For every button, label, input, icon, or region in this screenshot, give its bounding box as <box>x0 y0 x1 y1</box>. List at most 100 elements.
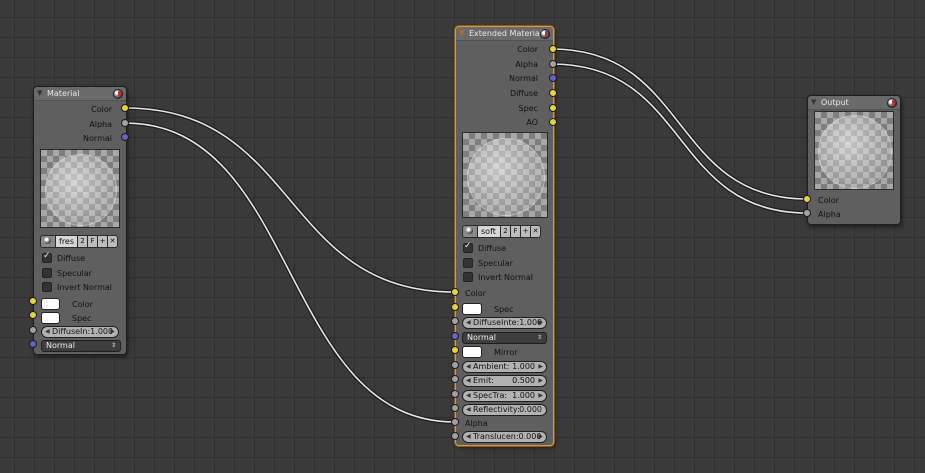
material-browse-widget[interactable]: soft 2 F + ✕ <box>462 224 541 238</box>
material-name-field[interactable]: fres <box>56 234 79 248</box>
socket-ext-in-diffuse[interactable] <box>451 317 459 325</box>
spec-transparency-field[interactable]: ◀ SpecTra: 1.000 ▶ <box>462 390 547 402</box>
socket-ext-in-alpha[interactable] <box>451 418 459 426</box>
add-material-icon[interactable]: + <box>98 234 109 248</box>
fake-user-button[interactable]: F <box>511 224 521 238</box>
spec-input-row[interactable]: Spec <box>41 312 91 324</box>
diffuse-intensity-field[interactable]: ◀ DiffuseInte:1.000 ▶ <box>462 317 547 329</box>
output-node-header[interactable]: ▼ Output <box>808 96 900 110</box>
mirror-swatch[interactable] <box>462 346 482 358</box>
socket-ext-in-spec[interactable] <box>451 303 459 311</box>
checkbox-icon[interactable] <box>42 251 52 263</box>
decrement-arrow-icon[interactable]: ◀ <box>466 376 471 386</box>
extended-node-header[interactable]: ▼ Extended Material <box>456 27 553 41</box>
output-label-normal: Normal <box>509 74 538 83</box>
checkbox-icon[interactable] <box>42 268 52 278</box>
socket-output-in-color[interactable] <box>803 195 811 203</box>
color-swatch[interactable] <box>41 298 60 310</box>
decrement-arrow-icon[interactable]: ◀ <box>466 391 471 401</box>
spec-input-row[interactable]: Spec <box>462 303 513 315</box>
socket-ext-out-color[interactable] <box>549 45 557 53</box>
decrement-arrow-icon[interactable]: ◀ <box>45 327 50 337</box>
socket-ext-in-normal[interactable] <box>451 332 459 340</box>
color-input-row[interactable]: Color <box>41 298 93 310</box>
socket-material-in-spec[interactable] <box>29 311 37 319</box>
socket-ext-out-normal[interactable] <box>549 74 557 82</box>
material-users-count[interactable]: 2 <box>78 234 89 248</box>
spec-swatch[interactable] <box>462 303 482 315</box>
material-browse-widget[interactable]: fres 2 F + ✕ <box>40 234 119 248</box>
add-material-icon[interactable]: + <box>521 224 531 238</box>
socket-ext-out-spec[interactable] <box>549 104 557 112</box>
translucency-field[interactable]: ◀ Translucen:0.000 ▶ <box>462 431 547 443</box>
output-node[interactable]: ▼ Output Color Alpha <box>807 95 901 225</box>
increment-arrow-icon[interactable]: ▶ <box>538 391 543 401</box>
material-preview-toggle-icon[interactable] <box>540 29 550 39</box>
checkbox-specular[interactable]: Specular <box>42 268 92 278</box>
checkbox-invert-normal[interactable]: Invert Normal <box>463 272 533 282</box>
socket-ext-in-mirror[interactable] <box>451 346 459 354</box>
checkbox-invert-normal[interactable]: Invert Normal <box>42 282 112 292</box>
socket-ext-out-ao[interactable] <box>549 118 557 126</box>
checkbox-icon[interactable] <box>463 272 473 282</box>
material-node[interactable]: ▼ Material Color Alpha Normal fres 2 F +… <box>33 86 127 355</box>
unlink-material-icon[interactable]: ✕ <box>531 224 541 238</box>
checkbox-icon[interactable] <box>463 258 473 268</box>
decrement-arrow-icon[interactable]: ◀ <box>466 405 471 415</box>
ambient-field[interactable]: ◀ Ambient: 1.000 ▶ <box>462 361 547 373</box>
increment-arrow-icon[interactable]: ▶ <box>538 376 543 386</box>
normal-select[interactable]: Normal ⇕ <box>462 332 547 344</box>
socket-material-in-color[interactable] <box>29 297 37 305</box>
checkbox-diffuse[interactable]: Diffuse <box>463 241 506 253</box>
checkbox-specular[interactable]: Specular <box>463 258 513 268</box>
socket-ext-in-translucency[interactable] <box>451 432 459 440</box>
socket-ext-out-alpha[interactable] <box>549 60 557 68</box>
material-preview-toggle-icon[interactable] <box>113 89 123 99</box>
checkbox-diffuse[interactable]: Diffuse <box>42 251 85 263</box>
emit-field[interactable]: ◀ Emit: 0.500 ▶ <box>462 375 547 387</box>
increment-arrow-icon[interactable]: ▶ <box>538 362 543 372</box>
material-users-count[interactable]: 2 <box>501 224 511 238</box>
socket-ext-in-ambient[interactable] <box>451 361 459 369</box>
reflectivity-field[interactable]: ◀ Reflectivity: 0.000 <box>462 404 547 416</box>
socket-ext-in-spectra[interactable] <box>451 390 459 398</box>
socket-material-out-normal[interactable] <box>121 133 129 141</box>
normal-select[interactable]: Normal ⇕ <box>41 340 121 352</box>
increment-arrow-icon[interactable]: ▶ <box>538 432 543 442</box>
socket-material-in-diffuse[interactable] <box>29 326 37 334</box>
material-browse-icon[interactable] <box>462 224 478 238</box>
socket-material-out-alpha[interactable] <box>121 119 129 127</box>
decrement-arrow-icon[interactable]: ◀ <box>466 432 471 442</box>
output-label-normal: Normal <box>83 134 112 143</box>
decrement-arrow-icon[interactable]: ◀ <box>466 318 471 328</box>
mirror-input-row[interactable]: Mirror <box>462 346 518 358</box>
socket-ext-in-emit[interactable] <box>451 375 459 383</box>
socket-material-out-color[interactable] <box>121 104 129 112</box>
socket-ext-in-color[interactable] <box>451 288 459 296</box>
diffuse-intensity-field[interactable]: ◀ DiffuseIn:1.000 ▶ <box>41 326 119 338</box>
node-title: Material <box>47 89 80 98</box>
field-value: 0.000 <box>519 405 542 414</box>
collapse-arrow-icon[interactable]: ▼ <box>459 29 464 37</box>
increment-arrow-icon[interactable]: ▶ <box>538 318 543 328</box>
material-browse-icon[interactable] <box>40 234 56 248</box>
unlink-material-icon[interactable]: ✕ <box>108 234 119 248</box>
material-node-header[interactable]: ▼ Material <box>34 87 126 101</box>
collapse-arrow-icon[interactable]: ▼ <box>811 98 816 106</box>
material-preview-toggle-icon[interactable] <box>887 98 897 108</box>
output-preview <box>814 111 894 190</box>
socket-ext-out-diffuse[interactable] <box>549 89 557 97</box>
collapse-arrow-icon[interactable]: ▼ <box>37 89 42 97</box>
material-name-field[interactable]: soft <box>478 224 501 238</box>
spec-swatch[interactable] <box>41 312 60 324</box>
socket-output-in-alpha[interactable] <box>803 209 811 217</box>
extended-material-node[interactable]: ▼ Extended Material Color Alpha Normal D… <box>455 26 554 446</box>
socket-material-in-normal[interactable] <box>29 340 37 348</box>
checkbox-icon[interactable] <box>42 282 52 292</box>
increment-arrow-icon[interactable]: ▶ <box>110 327 115 337</box>
input-label-alpha: Alpha <box>465 419 488 428</box>
checkbox-icon[interactable] <box>463 241 473 253</box>
socket-ext-in-reflectivity[interactable] <box>451 404 459 412</box>
fake-user-button[interactable]: F <box>88 234 99 248</box>
decrement-arrow-icon[interactable]: ◀ <box>466 362 471 372</box>
